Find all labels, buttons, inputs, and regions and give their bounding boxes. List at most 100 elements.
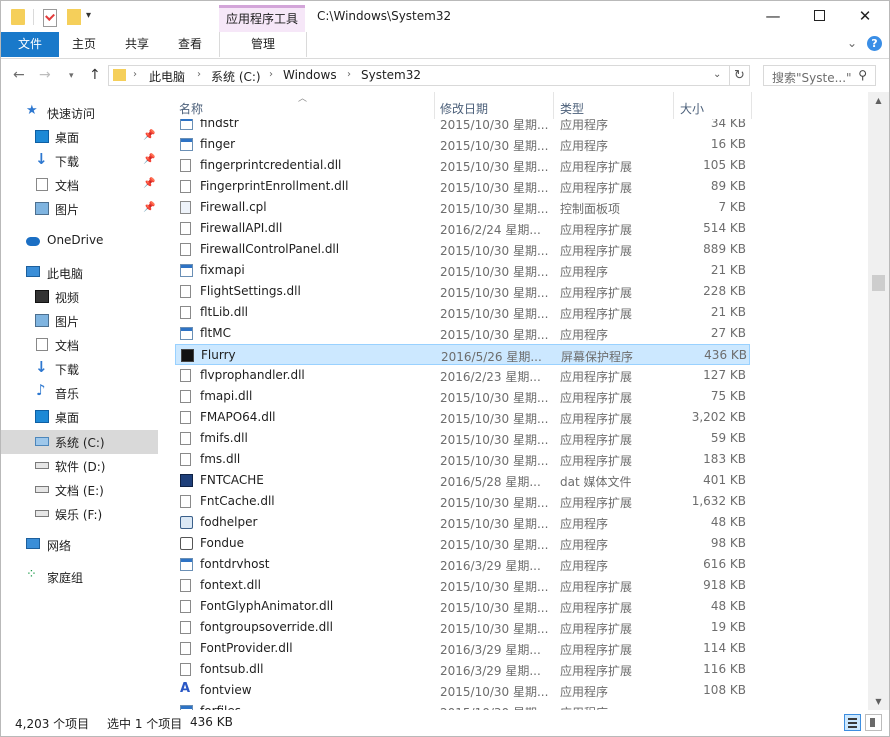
refresh-button[interactable]: ↻	[730, 65, 750, 86]
column-divider[interactable]	[673, 92, 674, 119]
nav-item-drive-c[interactable]: 系统 (C:)	[1, 430, 158, 454]
file-row[interactable]: Flurry 2016/5/26 星期... 屏幕保护程序 436 KB	[175, 344, 750, 365]
pin-icon[interactable]: 📌	[143, 130, 155, 141]
file-row[interactable]: FNTCACHE 2016/5/28 星期... dat 媒体文件 401 KB	[175, 470, 750, 491]
file-row[interactable]: Afontview 2015/10/30 星期... 应用程序 108 KB	[175, 680, 750, 701]
column-header-date[interactable]: 修改日期	[440, 100, 488, 117]
vertical-scrollbar[interactable]: ▲ ▼	[868, 92, 889, 710]
close-button[interactable]: ✕	[842, 1, 888, 31]
file-row[interactable]: fingerprintcredential.dll 2015/10/30 星期..…	[175, 155, 750, 176]
nav-item-pc-documents[interactable]: 文档	[1, 333, 158, 357]
file-row[interactable]: fltMC 2015/10/30 星期... 应用程序 27 KB	[175, 323, 750, 344]
nav-item-quick-access[interactable]: ★ 快速访问	[1, 101, 158, 125]
file-row[interactable]: fontgroupsoverride.dll 2015/10/30 星期... 应用…	[175, 617, 750, 638]
tab-share[interactable]: 共享	[109, 32, 165, 57]
file-size: 183 KB	[703, 452, 746, 466]
file-row[interactable]: fms.dll 2015/10/30 星期... 应用程序扩展 183 KB	[175, 449, 750, 470]
file-row[interactable]: fontdrvhost 2016/3/29 星期... 应用程序 616 KB	[175, 554, 750, 575]
tab-file[interactable]: 文件	[1, 32, 59, 57]
nav-item-downloads[interactable]: ↓ 下载 📌	[1, 149, 158, 173]
customize-toolbar-dropdown-icon[interactable]: ▾	[86, 10, 91, 21]
nav-item-desktop[interactable]: 桌面 📌	[1, 125, 158, 149]
nav-item-videos[interactable]: 视频	[1, 285, 158, 309]
expand-ribbon-chevron-icon[interactable]: ⌄	[847, 36, 857, 50]
file-row[interactable]: finger 2015/10/30 星期... 应用程序 16 KB	[175, 134, 750, 155]
file-row[interactable]: findstr 2015/10/30 星期... 应用程序 34 KB	[175, 119, 750, 134]
file-row[interactable]: FontProvider.dll 2016/3/29 星期... 应用程序扩展 114…	[175, 638, 750, 659]
file-row[interactable]: fmapi.dll 2015/10/30 星期... 应用程序扩展 75 KB	[175, 386, 750, 407]
pin-icon[interactable]: 📌	[143, 202, 155, 213]
file-row[interactable]: FlightSettings.dll 2015/10/30 星期... 应用程序扩展…	[175, 281, 750, 302]
scrollbar-thumb[interactable]	[872, 275, 885, 291]
breadcrumb-drive-c[interactable]: 系统 (C:)	[211, 68, 261, 85]
properties-icon[interactable]	[43, 9, 57, 27]
nav-item-drive-f[interactable]: 娱乐 (F:)	[1, 502, 158, 526]
file-row[interactable]: Firewall.cpl 2015/10/30 星期... 控制面板项 7 KB	[175, 197, 750, 218]
file-row[interactable]: fmifs.dll 2015/10/30 星期... 应用程序扩展 59 KB	[175, 428, 750, 449]
nav-item-homegroup[interactable]: ⁘ 家庭组	[1, 565, 158, 589]
file-row[interactable]: fontsub.dll 2016/3/29 星期... 应用程序扩展 116 KB	[175, 659, 750, 680]
column-header-size[interactable]: 大小	[680, 100, 704, 117]
file-row[interactable]: flvprophandler.dll 2016/2/23 星期... 应用程序扩展 1…	[175, 365, 750, 386]
tab-manage[interactable]: 管理	[219, 32, 307, 57]
recent-locations-chevron-icon[interactable]: ▾	[69, 71, 74, 81]
breadcrumb-windows[interactable]: Windows	[283, 68, 337, 82]
new-folder-icon[interactable]	[67, 9, 81, 25]
file-row[interactable]: fodhelper 2015/10/30 星期... 应用程序 48 KB	[175, 512, 750, 533]
nav-item-network[interactable]: 网络	[1, 533, 158, 557]
pin-icon[interactable]: 📌	[143, 154, 155, 165]
breadcrumb-separator-icon[interactable]: ›	[133, 69, 137, 80]
nav-item-pc-pictures[interactable]: 图片	[1, 309, 158, 333]
up-arrow-icon[interactable]: ↑	[89, 67, 101, 83]
help-icon[interactable]: ?	[867, 36, 882, 51]
file-row[interactable]: FontGlyphAnimator.dll 2015/10/30 星期... 应用程…	[175, 596, 750, 617]
nav-item-onedrive[interactable]: OneDrive	[1, 229, 158, 253]
breadcrumb-separator-icon[interactable]: ›	[197, 69, 201, 80]
file-row[interactable]: FirewallAPI.dll 2016/2/24 星期... 应用程序扩展 514 …	[175, 218, 750, 239]
breadcrumb-system32[interactable]: System32	[361, 68, 421, 82]
nav-item-music[interactable]: ♪ 音乐	[1, 381, 158, 405]
file-row[interactable]: FntCache.dll 2015/10/30 星期... 应用程序扩展 1,632 …	[175, 491, 750, 512]
column-divider[interactable]	[553, 92, 554, 119]
file-row[interactable]: fontext.dll 2015/10/30 星期... 应用程序扩展 918 KB	[175, 575, 750, 596]
nav-item-drive-e[interactable]: 文档 (E:)	[1, 478, 158, 502]
nav-item-pc-downloads[interactable]: ↓ 下载	[1, 357, 158, 381]
pin-icon[interactable]: 📌	[143, 178, 155, 189]
nav-item-pc-desktop[interactable]: 桌面	[1, 405, 158, 429]
forward-arrow-icon[interactable]: →	[39, 67, 51, 83]
breadcrumb-separator-icon[interactable]: ›	[347, 69, 351, 80]
address-dropdown-icon[interactable]: ⌄	[713, 69, 721, 80]
breadcrumb-separator-icon[interactable]: ›	[269, 69, 273, 80]
file-size: 7 KB	[718, 200, 746, 214]
maximize-button[interactable]	[796, 1, 842, 31]
details-view-button[interactable]	[844, 714, 861, 731]
back-arrow-icon[interactable]: ←	[13, 67, 25, 83]
file-row[interactable]: FMAPO64.dll 2015/10/30 星期... 应用程序扩展 3,202 K…	[175, 407, 750, 428]
search-input[interactable]: 搜索"Syste..." ⚲	[763, 65, 876, 86]
scroll-up-arrow-icon[interactable]: ▲	[868, 92, 889, 109]
column-header-type[interactable]: 类型	[560, 100, 584, 117]
breadcrumb-this-pc[interactable]: 此电脑	[149, 68, 185, 85]
file-row[interactable]: fltLib.dll 2015/10/30 星期... 应用程序扩展 21 KB	[175, 302, 750, 323]
address-bar[interactable]: › 此电脑 › 系统 (C:) › Windows › System32 ⌄	[108, 65, 730, 86]
column-header-name[interactable]: 名称	[179, 100, 203, 117]
tab-home[interactable]: 主页	[59, 32, 109, 57]
scroll-down-arrow-icon[interactable]: ▼	[868, 693, 889, 710]
large-icons-view-button[interactable]	[865, 714, 882, 731]
nav-item-pictures[interactable]: 图片 📌	[1, 197, 158, 221]
nav-item-documents[interactable]: 文档 📌	[1, 173, 158, 197]
file-row[interactable]: FirewallControlPanel.dll 2015/10/30 星期...…	[175, 239, 750, 260]
minimize-button[interactable]: —	[750, 1, 796, 31]
file-row[interactable]: Fondue 2015/10/30 星期... 应用程序 98 KB	[175, 533, 750, 554]
quick-access-separator	[33, 9, 34, 25]
file-row[interactable]: FingerprintEnrollment.dll 2015/10/30 星期..…	[175, 176, 750, 197]
nav-item-this-pc[interactable]: 此电脑	[1, 261, 158, 285]
file-date: 2015/10/30 星期...	[440, 181, 549, 195]
nav-item-drive-d[interactable]: 软件 (D:)	[1, 454, 158, 478]
file-row[interactable]: fixmapi 2015/10/30 星期... 应用程序 21 KB	[175, 260, 750, 281]
column-divider[interactable]	[751, 92, 752, 119]
selection-size: 436 KB	[190, 715, 233, 729]
column-divider[interactable]	[434, 92, 435, 119]
file-row[interactable]: forfiles2015/10/30 星期...应用程序	[175, 701, 750, 710]
tab-view[interactable]: 查看	[165, 32, 215, 57]
